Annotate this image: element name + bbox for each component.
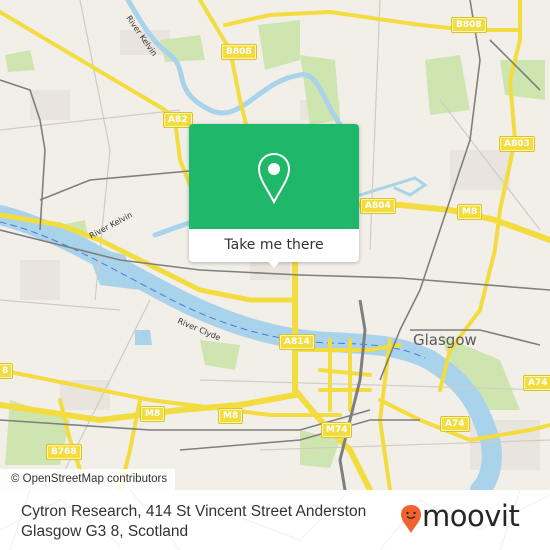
road-label-a74-left: A74: [440, 416, 470, 432]
city-label-glasgow: Glasgow: [413, 331, 477, 349]
road-label-m8-west: M8: [139, 406, 166, 422]
road-label-m74: M74: [320, 422, 353, 438]
popup-pointer: [267, 260, 281, 268]
road-label-b808-right: B808: [451, 17, 487, 33]
road-label-b808-left: B808: [221, 44, 257, 60]
road-label-a8-edge: 8: [0, 363, 14, 379]
moovit-pin-icon: [401, 505, 421, 533]
road-label-a804: A804: [360, 198, 396, 214]
road-label-a82: A82: [163, 112, 193, 128]
road-label-a74-right: A74: [523, 375, 550, 391]
map-pin-icon: [257, 152, 291, 204]
road-label-m8-east: M8: [456, 204, 483, 220]
road-label-a803: A803: [499, 136, 535, 152]
popup-header: [189, 124, 359, 229]
location-address: Cytron Research, 414 St Vincent Street A…: [21, 503, 367, 540]
road-label-a814: A814: [279, 334, 315, 350]
road-label-b768: B768: [46, 444, 82, 460]
map-view[interactable]: A82 B808 B808 A803 A804 M8 A814 M8 M8 M7…: [0, 0, 550, 490]
road-label-m8-center: M8: [217, 408, 244, 424]
moovit-wordmark: moovit: [422, 499, 520, 533]
map-attribution[interactable]: © OpenStreetMap contributors: [0, 469, 176, 490]
take-me-there-button[interactable]: Take me there: [189, 229, 359, 262]
location-popup: Take me there: [189, 124, 359, 268]
canal: [358, 176, 428, 197]
